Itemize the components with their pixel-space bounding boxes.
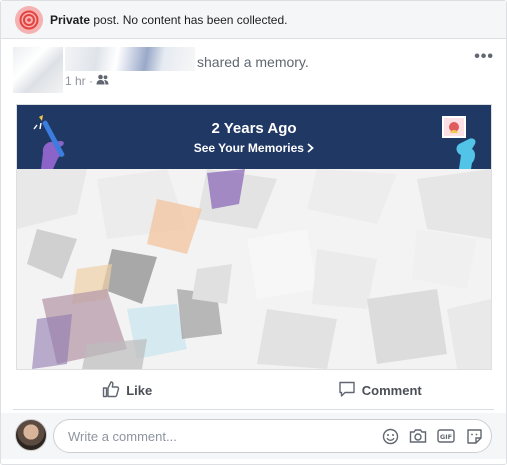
emoji-icon[interactable] (381, 427, 399, 445)
sticker-icon[interactable] (465, 427, 483, 445)
speech-bubble-icon (338, 380, 356, 401)
memory-collage-image[interactable] (17, 169, 491, 369)
thumbs-up-icon (102, 380, 120, 401)
notice-bold: Private (50, 12, 91, 27)
chevron-right-icon (307, 141, 315, 155)
current-user-avatar[interactable] (15, 419, 47, 451)
comment-tools: GIF (381, 427, 483, 445)
private-post-icon (15, 5, 43, 34)
post-meta: 1 hr · (65, 74, 109, 88)
author-avatar[interactable] (13, 47, 63, 93)
post-action-text: shared a memory. (197, 54, 309, 70)
hand-photo-illustration (442, 116, 476, 169)
private-notice: Private post. No content has been collec… (1, 1, 506, 39)
comment-composer: Write a comment... GIF (1, 413, 506, 459)
author-name[interactable] (65, 47, 195, 71)
memory-attachment[interactable]: 2 Years Ago See Your Memories (16, 104, 492, 370)
see-memories-label: See Your Memories (193, 141, 304, 155)
camera-icon[interactable] (409, 427, 427, 445)
comment-placeholder: Write a comment... (68, 429, 177, 444)
like-label: Like (126, 382, 153, 398)
comment-label: Comment (361, 382, 422, 398)
notice-message: post. No content has been collected. (90, 12, 288, 27)
friends-icon[interactable] (96, 74, 109, 88)
see-memories-link[interactable]: See Your Memories (17, 141, 491, 155)
more-options-icon[interactable]: ••• (474, 49, 494, 65)
gif-icon[interactable]: GIF (437, 427, 455, 445)
post-card: Private post. No content has been collec… (0, 0, 507, 465)
comment-input[interactable]: Write a comment... GIF (53, 419, 492, 453)
post-header: shared a memory. 1 hr · ••• (1, 39, 506, 99)
post-actions: Like Comment (1, 373, 506, 407)
comment-button[interactable]: Comment (254, 373, 507, 407)
like-button[interactable]: Like (1, 373, 254, 407)
svg-text:GIF: GIF (440, 433, 452, 441)
actions-divider (13, 409, 494, 410)
memory-banner[interactable]: 2 Years Ago See Your Memories (17, 105, 491, 169)
memory-title: 2 Years Ago (211, 120, 297, 137)
notice-text: Private post. No content has been collec… (50, 13, 288, 27)
post-time[interactable]: 1 hr · (65, 74, 93, 88)
